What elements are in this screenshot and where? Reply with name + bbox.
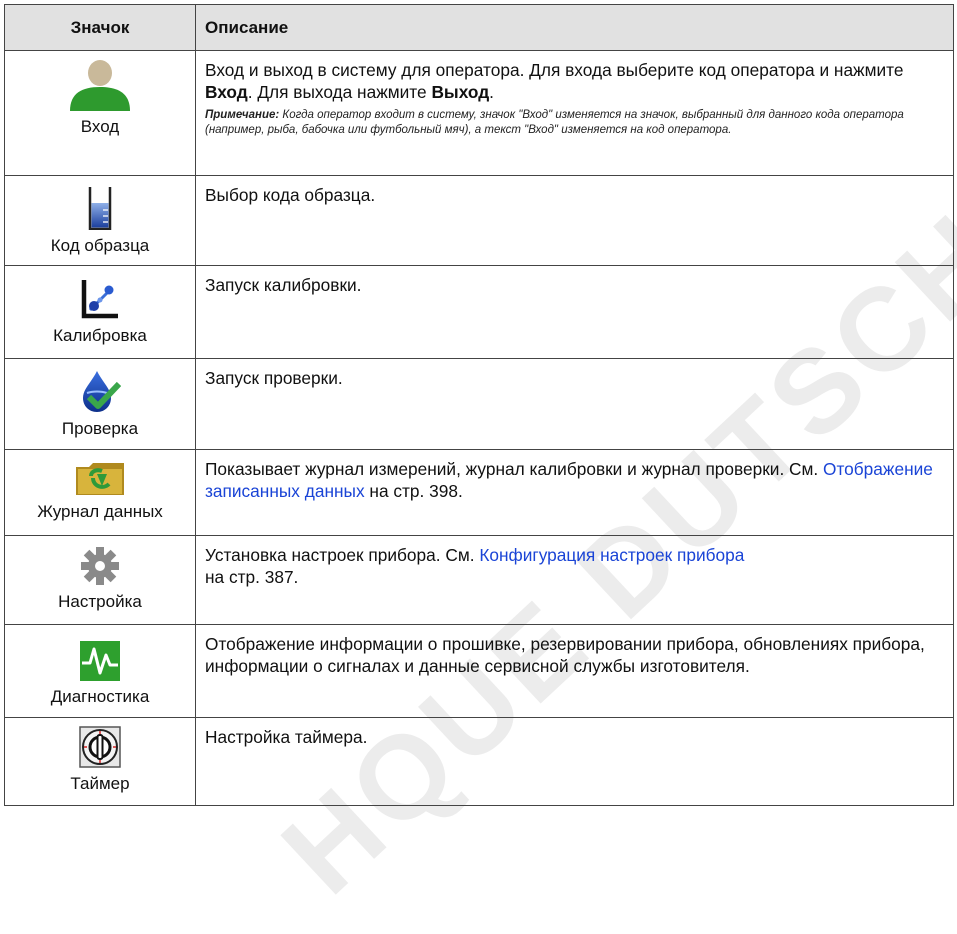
calibration-graph-icon: [81, 280, 118, 319]
description-cell: Настройка таймера.: [195, 717, 954, 806]
icon-label: Таймер: [70, 774, 130, 793]
verification-drop-icon: [83, 371, 121, 412]
description-cell: Отображение информации о прошивке, резер…: [195, 624, 954, 718]
operator-login-icon: [70, 60, 130, 111]
description-text: Запуск калибровки.: [205, 275, 362, 295]
description-cell: Вход и выход в систему для оператора. Дл…: [195, 50, 954, 176]
icon-label: Проверка: [61, 419, 139, 438]
table-row: Вход Вход и выход в систему для оператор…: [4, 50, 954, 176]
table-row: Код образца Выбор кода образца.: [4, 175, 954, 266]
description-cell: Запуск проверки.: [195, 358, 954, 450]
settings-gear-icon: [81, 547, 119, 585]
note-text: Примечание: Когда оператор входит в сист…: [205, 109, 904, 136]
description-cell: Выбор кода образца.: [195, 175, 954, 266]
description-cell: Показывает журнал измерений, журнал кали…: [195, 449, 954, 536]
icon-cell: Таймер: [4, 717, 196, 806]
icon-cell: Настройка: [4, 535, 196, 625]
icon-label: Вход: [80, 117, 120, 136]
icon-description-table: Значок Описание Вход Вход и выход в сист…: [4, 4, 954, 806]
description-cell: Запуск калибровки.: [195, 265, 954, 359]
column-header-description: Описание: [195, 4, 954, 51]
icon-label: Журнал данных: [37, 502, 163, 521]
column-header-icon: Значок: [4, 4, 196, 51]
icon-label: Настройка: [58, 592, 142, 611]
table-row: Диагностика Отображение информации о про…: [4, 624, 954, 718]
icon-cell: Код образца: [4, 175, 196, 266]
icon-cell: Диагностика: [4, 624, 196, 718]
logout-keyword: Выход: [431, 82, 490, 102]
description-cell: Установка настроек прибора. См. Конфигур…: [195, 535, 954, 625]
icon-cell: Вход: [4, 50, 196, 176]
description-text: Выбор кода образца.: [205, 185, 376, 205]
description-text: Настройка таймера.: [205, 727, 368, 747]
icon-label: Код образца: [50, 236, 150, 255]
sample-beaker-icon: [88, 187, 112, 230]
note-label: Примечание:: [205, 109, 280, 121]
login-keyword: Вход: [205, 82, 248, 102]
description-text: Установка настроек прибора. См. Конфигур…: [205, 545, 745, 587]
diagnostics-waveform-icon: [80, 641, 120, 681]
table-header-row: Значок Описание: [4, 4, 954, 51]
timer-clock-icon: [79, 726, 121, 768]
description-text: Вход и выход в систему для оператора. Дл…: [205, 60, 904, 102]
data-log-folder-icon: [76, 463, 124, 495]
table-row: Настройка Установка настроек прибора. См…: [4, 535, 954, 625]
link-instrument-settings[interactable]: Конфигурация настроек прибора: [479, 545, 744, 565]
table-row: Таймер Настройка таймера.: [4, 717, 954, 806]
icon-cell: Проверка: [4, 358, 196, 450]
table-row: Калибровка Запуск калибровки.: [4, 265, 954, 359]
table-row: Журнал данных Показывает журнал измерени…: [4, 449, 954, 536]
icon-label: Диагностика: [50, 687, 150, 706]
icon-cell: Журнал данных: [4, 449, 196, 536]
table-row: Проверка Запуск проверки.: [4, 358, 954, 450]
description-text: Отображение информации о прошивке, резер…: [205, 634, 925, 676]
icon-label: Калибровка: [53, 326, 147, 345]
icon-cell: Калибровка: [4, 265, 196, 359]
description-text: Запуск проверки.: [205, 368, 343, 388]
description-text: Показывает журнал измерений, журнал кали…: [205, 459, 933, 501]
